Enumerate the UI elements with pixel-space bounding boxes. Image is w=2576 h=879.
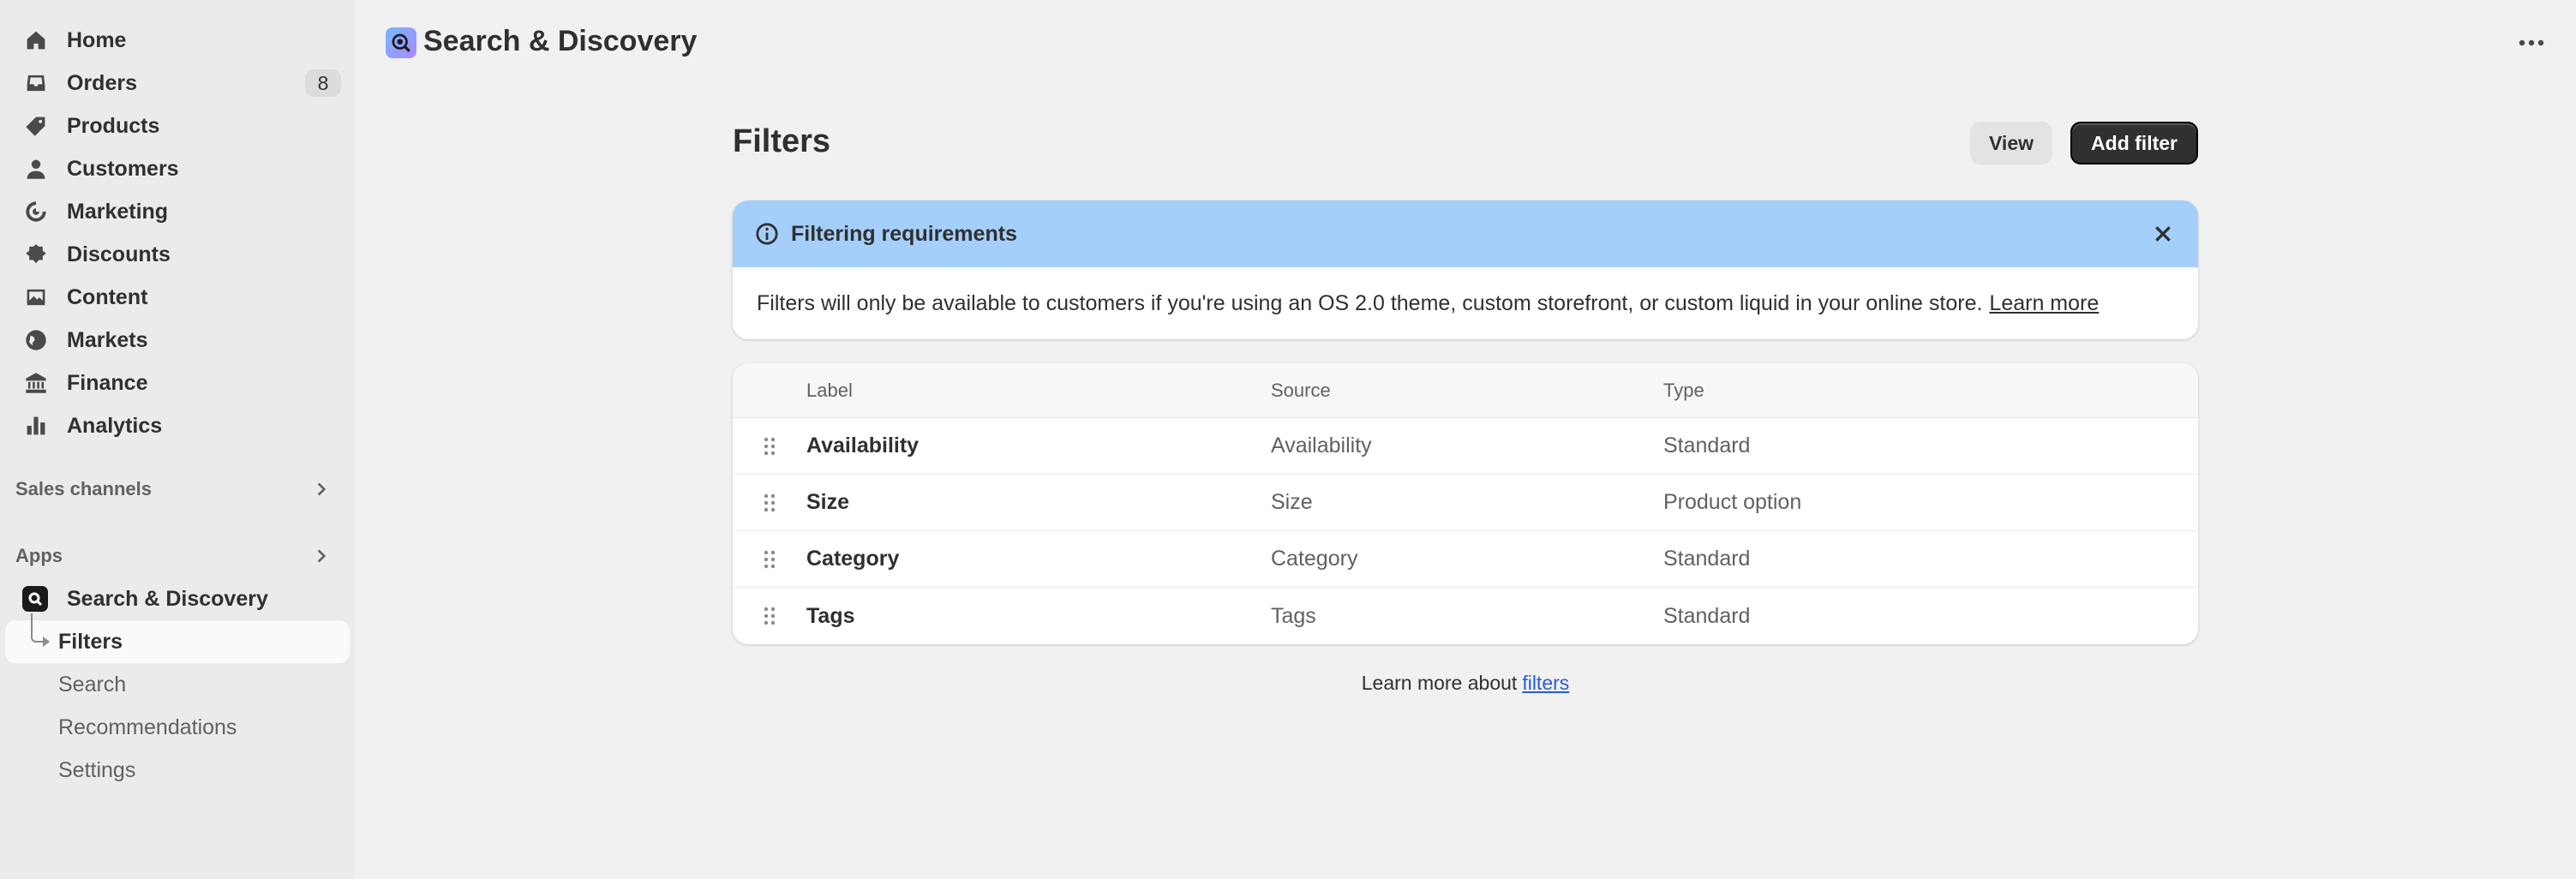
- sidebar-item-label: Home: [67, 27, 127, 52]
- apps-section[interactable]: Apps: [0, 535, 355, 577]
- inbox-icon: [24, 71, 48, 95]
- sidebar-item-label: Finance: [67, 370, 148, 395]
- view-button[interactable]: View: [1970, 122, 2052, 164]
- sidebar-item-home[interactable]: Home: [5, 19, 350, 62]
- more-actions-button[interactable]: [2513, 26, 2550, 60]
- banner-title: Filtering requirements: [791, 221, 1017, 246]
- apps-label: Apps: [15, 545, 63, 566]
- discount-icon: [24, 242, 48, 266]
- drag-handle-icon[interactable]: [733, 550, 806, 569]
- sidebar-item-label: Products: [67, 113, 160, 138]
- table-row[interactable]: Tags Tags Standard: [733, 588, 2198, 644]
- page-title-row: Filters View Add filter: [733, 111, 2198, 180]
- sidebar-subitem-recommendations[interactable]: Recommendations: [5, 706, 350, 749]
- ellipsis-icon: [2519, 39, 2544, 46]
- sidebar-item-marketing[interactable]: Marketing: [5, 190, 350, 233]
- row-source: Availability: [1271, 434, 1372, 457]
- row-label: Category: [806, 547, 900, 571]
- orders-count-badge: 8: [305, 69, 341, 97]
- row-type: Standard: [1663, 603, 1751, 628]
- drag-handle-icon[interactable]: [733, 493, 806, 512]
- sidebar-subitem-label: Filters: [58, 629, 123, 654]
- sidebar-item-label: Analytics: [67, 413, 163, 438]
- bank-icon: [24, 371, 48, 395]
- sidebar-item-content[interactable]: Content: [5, 276, 350, 319]
- sidebar-item-markets[interactable]: Markets: [5, 319, 350, 362]
- info-icon: [755, 222, 779, 246]
- sidebar-item-label: Discounts: [67, 242, 171, 266]
- row-type: Product option: [1663, 490, 1802, 514]
- tag-icon: [24, 114, 48, 138]
- sidebar-app-search-discovery[interactable]: Search & Discovery: [5, 577, 350, 620]
- bar-chart-icon: [24, 414, 48, 438]
- target-icon: [24, 200, 48, 224]
- column-header-type: Type: [1663, 379, 1704, 401]
- table-row[interactable]: Category Category Standard: [733, 531, 2198, 588]
- learn-more-link[interactable]: Learn more: [1989, 291, 2099, 316]
- app-title: Search & Discovery: [423, 25, 698, 57]
- banner-text: Filters will only be available to custom…: [757, 290, 1983, 315]
- column-header-label: Label: [806, 379, 853, 401]
- sidebar-subitem-search[interactable]: Search: [5, 663, 350, 706]
- image-icon: [24, 285, 48, 309]
- column-header-source: Source: [1271, 379, 1331, 401]
- globe-icon: [24, 328, 48, 352]
- table-header: Label Source Type: [733, 363, 2198, 418]
- filtering-requirements-banner: Filtering requirements Filters will only…: [733, 200, 2198, 339]
- filters-help-link[interactable]: filters: [1522, 672, 1569, 694]
- row-label: Availability: [806, 434, 920, 457]
- sidebar-subitem-settings[interactable]: Settings: [5, 749, 350, 792]
- add-filter-button[interactable]: Add filter: [2070, 122, 2198, 164]
- row-source: Size: [1271, 490, 1313, 514]
- search-discovery-logo-icon: [22, 586, 48, 612]
- sidebar-item-discounts[interactable]: Discounts: [5, 233, 350, 276]
- row-type: Standard: [1663, 434, 1751, 457]
- sidebar-subitem-label: Settings: [58, 757, 136, 782]
- footer-note: Learn more about filters: [733, 672, 2198, 695]
- sidebar-item-orders[interactable]: Orders 8: [5, 62, 350, 105]
- page-title: Filters: [733, 123, 831, 159]
- main-content: Filters View Add filter Filtering requir…: [733, 111, 2198, 695]
- sidebar-item-label: Customers: [67, 156, 179, 181]
- home-icon: [24, 28, 48, 52]
- row-source: Category: [1271, 547, 1358, 571]
- sidebar-subitem-label: Recommendations: [58, 715, 237, 739]
- row-label: Tags: [806, 603, 855, 628]
- sidebar-subitem-label: Search: [58, 672, 127, 697]
- sidebar-item-label: Markets: [67, 327, 148, 352]
- sales-channels-section[interactable]: Sales channels: [0, 468, 355, 511]
- sidebar-item-label: Content: [67, 284, 148, 309]
- sidebar-item-analytics[interactable]: Analytics: [5, 404, 350, 447]
- sidebar-item-products[interactable]: Products: [5, 105, 350, 147]
- chevron-right-icon: [312, 480, 331, 499]
- chevron-right-icon: [312, 547, 331, 565]
- tree-arrow-icon: [43, 637, 50, 647]
- sidebar-item-finance[interactable]: Finance: [5, 362, 350, 404]
- sidebar-subitem-filters[interactable]: Filters: [5, 613, 350, 663]
- row-source: Tags: [1271, 603, 1316, 628]
- sales-channels-label: Sales channels: [15, 478, 152, 499]
- row-type: Standard: [1663, 547, 1751, 571]
- search-discovery-app-icon: [386, 27, 416, 58]
- table-row[interactable]: Size Size Product option: [733, 475, 2198, 531]
- footer-text: Learn more about: [1361, 672, 1518, 694]
- sidebar-item-label: Marketing: [67, 199, 169, 224]
- app-header: Search & Discovery: [355, 0, 2576, 86]
- table-row[interactable]: Availability Availability Standard: [733, 418, 2198, 475]
- sidebar-item-customers[interactable]: Customers: [5, 147, 350, 190]
- banner-close-button[interactable]: [2147, 218, 2179, 250]
- banner-header: Filtering requirements: [733, 200, 2198, 267]
- drag-handle-icon[interactable]: [733, 437, 806, 456]
- sidebar-app-label: Search & Discovery: [67, 586, 268, 611]
- filters-table: Label Source Type Availability Availabil…: [733, 363, 2198, 644]
- sidebar: Home Orders 8 Products Customers Marketi…: [0, 0, 355, 879]
- banner-body: Filters will only be available to custom…: [733, 267, 2198, 339]
- drag-handle-icon[interactable]: [733, 607, 806, 625]
- sidebar-item-label: Orders: [67, 70, 137, 95]
- person-icon: [24, 157, 48, 181]
- close-icon: [2155, 226, 2171, 242]
- row-label: Size: [806, 490, 850, 514]
